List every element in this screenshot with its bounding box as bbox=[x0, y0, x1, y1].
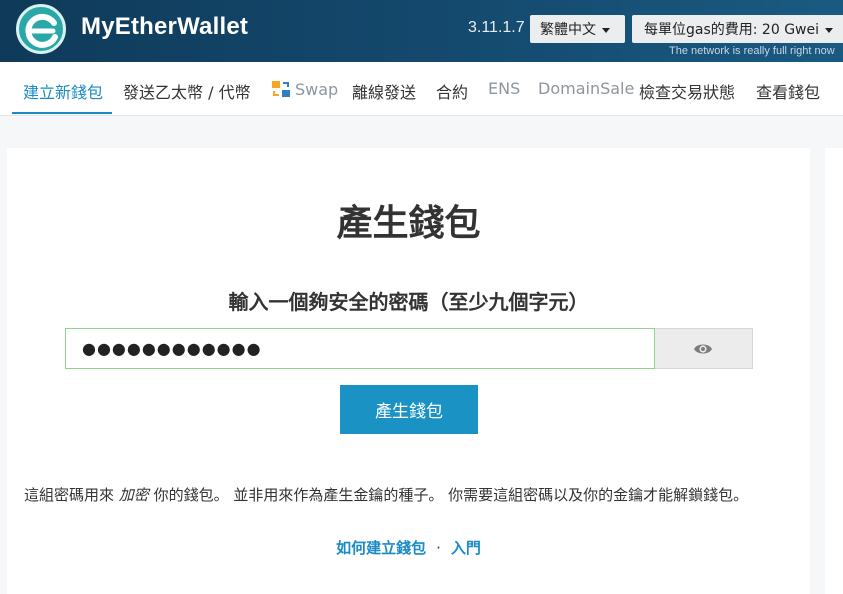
help-links: 如何建立錢包 · 入門 bbox=[7, 537, 810, 558]
link-separator: · bbox=[436, 539, 441, 557]
version-label: 3.11.1.7 bbox=[468, 19, 525, 36]
swap-icon bbox=[272, 81, 290, 97]
tab-send-ether-tokens[interactable]: 發送乙太幣 / 代幣 bbox=[123, 79, 251, 103]
chevron-down-icon bbox=[602, 27, 610, 33]
note-text-encrypt: 加密 bbox=[118, 486, 149, 504]
note-text-before: 這組密碼用來 bbox=[24, 486, 119, 504]
gas-price-label: 每單位gas的費用: 20 Gwei bbox=[644, 22, 819, 38]
brand-name[interactable]: MyEtherWallet bbox=[81, 13, 248, 41]
tab-create-wallet[interactable]: 建立新錢包 bbox=[23, 79, 103, 103]
network-status-note: The network is really full right now bbox=[669, 45, 835, 57]
language-dropdown[interactable]: 繁體中文 bbox=[530, 15, 625, 43]
gas-price-dropdown[interactable]: 每單位gas的費用: 20 Gwei bbox=[632, 15, 843, 43]
tab-check-tx-status[interactable]: 檢查交易狀態 bbox=[639, 79, 735, 103]
side-panel-edge bbox=[825, 148, 843, 594]
tab-swap-label: Swap bbox=[295, 80, 339, 99]
tab-offline-send[interactable]: 離線發送 bbox=[352, 79, 416, 103]
main-nav: 建立新錢包 發送乙太幣 / 代幣 Swap 離線發送 合約 ENS Domain… bbox=[0, 62, 843, 116]
tab-domainsale[interactable]: DomainSale bbox=[538, 79, 634, 98]
generate-wallet-panel: 產生錢包 輸入一個夠安全的密碼（至少九個字元） 產生錢包 這組密碼用來 加密 你… bbox=[7, 148, 810, 594]
password-help-text: 這組密碼用來 加密 你的錢包。 並非用來作為產生金鑰的種子。 你需要這組密碼以及… bbox=[24, 484, 748, 505]
page-title: 產生錢包 bbox=[336, 203, 481, 244]
tab-ens[interactable]: ENS bbox=[488, 79, 520, 98]
how-to-create-wallet-link[interactable]: 如何建立錢包 bbox=[336, 539, 426, 557]
getting-started-link[interactable]: 入門 bbox=[451, 539, 481, 557]
top-header: MyEtherWallet 3.11.1.7 繁體中文 每單位gas的費用: 2… bbox=[0, 0, 843, 62]
password-prompt: 輸入一個夠安全的密碼（至少九個字元） bbox=[228, 290, 589, 314]
eye-icon bbox=[694, 344, 712, 354]
note-text-after: 你的錢包。 並非用來作為產生金鑰的種子。 你需要這組密碼以及你的金鑰才能解鎖錢包… bbox=[148, 486, 749, 504]
tab-swap[interactable]: Swap bbox=[271, 79, 338, 99]
tab-view-wallet[interactable]: 查看錢包 bbox=[756, 79, 820, 103]
password-input[interactable] bbox=[65, 328, 655, 369]
show-password-toggle[interactable] bbox=[655, 328, 753, 369]
mew-logo-icon[interactable] bbox=[16, 4, 66, 54]
tab-contracts[interactable]: 合約 bbox=[436, 79, 468, 103]
generate-wallet-button[interactable]: 產生錢包 bbox=[340, 385, 478, 434]
language-label: 繁體中文 bbox=[540, 22, 596, 38]
active-tab-indicator bbox=[12, 112, 112, 114]
chevron-down-icon bbox=[825, 27, 833, 33]
